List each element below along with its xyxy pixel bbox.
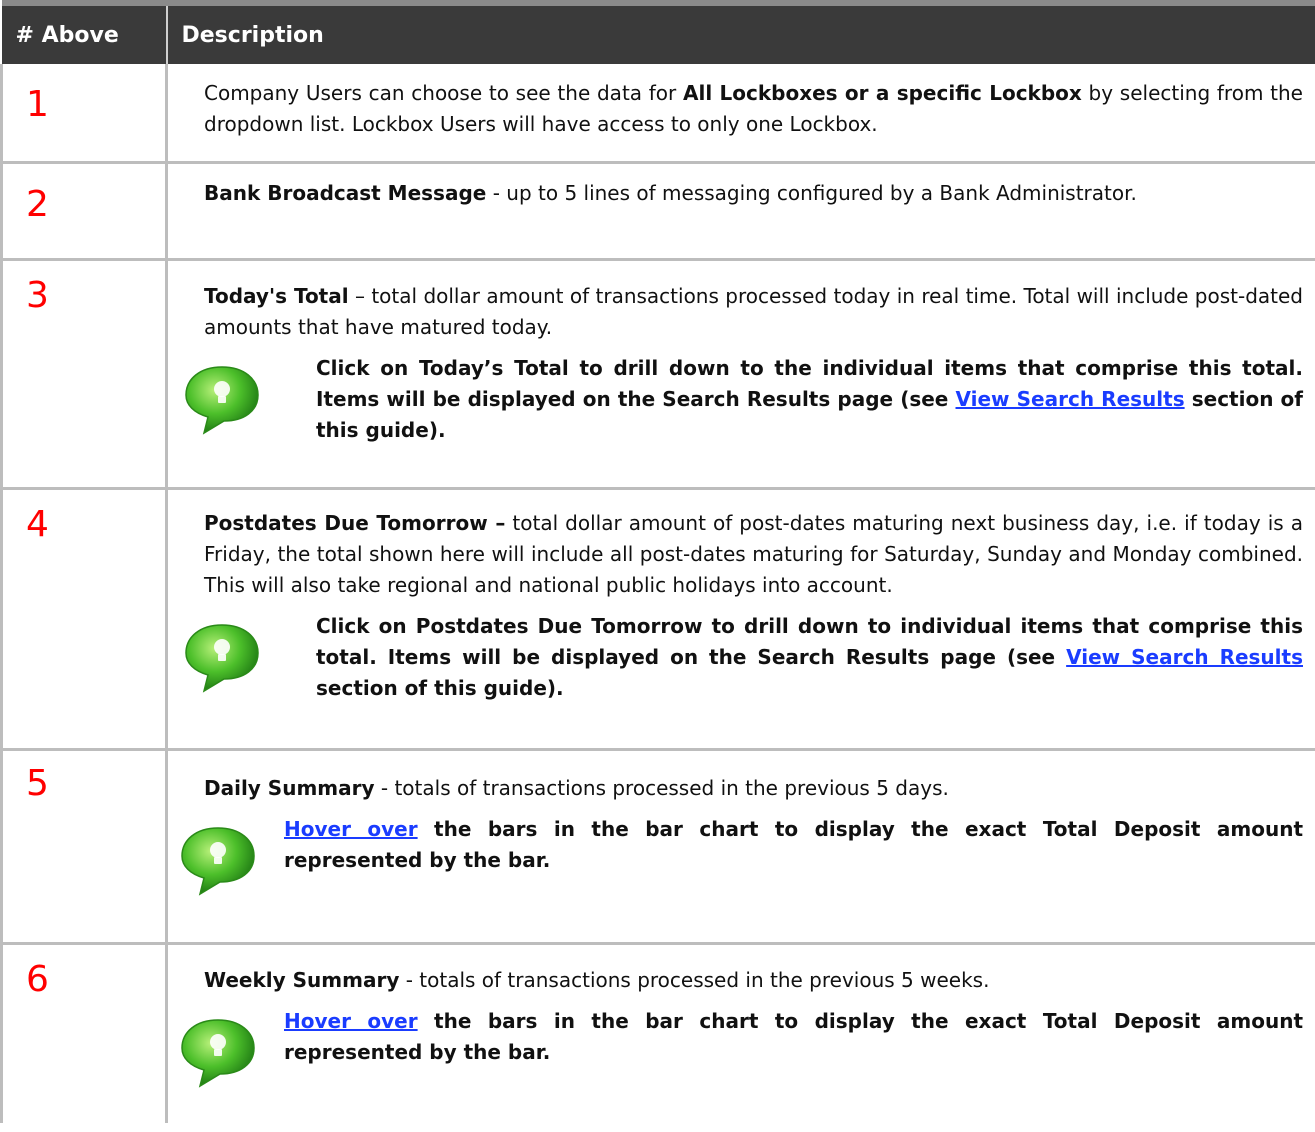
tip-text: Click on Postdates Due Tomorrow to drill… (316, 613, 1303, 700)
row-number-cell: 5 (0, 749, 168, 945)
table-row: 3 Today's Total – total dollar amount of… (0, 259, 1315, 490)
hover-over-link[interactable]: Hover over (284, 1009, 418, 1033)
row-number-cell: 3 (0, 259, 168, 490)
tip-text: Hover over the bars in the bar chart to … (284, 816, 1304, 872)
row-text: Company Users can choose to see the data… (204, 81, 1303, 136)
lightbulb-speech-bubble-icon (185, 365, 259, 435)
tip-box: Click on Postdates Due Tomorrow to drill… (185, 611, 1303, 704)
row-description: Daily Summary - totals of transactions p… (166, 749, 1315, 945)
tip-box: Click on Today’s Total to drill down to … (185, 353, 1303, 446)
tip-text: Click on Today’s Total to drill down to … (316, 355, 1303, 442)
row-description: Company Users can choose to see the data… (166, 64, 1315, 164)
row-description: Today's Total – total dollar amount of t… (166, 259, 1315, 490)
view-search-results-link[interactable]: View Search Results (1066, 645, 1303, 669)
tip-box: Hover over the bars in the bar chart to … (181, 814, 1304, 896)
row-number: 6 (26, 958, 49, 1000)
view-search-results-link[interactable]: View Search Results (956, 387, 1185, 411)
tip-text: Hover over the bars in the bar chart to … (284, 1008, 1304, 1064)
description-table: # Above Description 1 Company Users can … (0, 0, 1315, 1123)
header-description: Description (166, 0, 1315, 64)
row-number: 3 (26, 274, 49, 316)
lightbulb-speech-bubble-icon (181, 1018, 255, 1088)
hover-over-link[interactable]: Hover over (284, 817, 418, 841)
row-number: 5 (26, 762, 49, 804)
row-text: Daily Summary - totals of transactions p… (204, 775, 949, 800)
row-number: 2 (26, 183, 49, 225)
row-number: 4 (26, 503, 49, 545)
row-number-cell: 2 (0, 162, 168, 261)
row-number-cell: 6 (0, 943, 168, 1123)
row-number-cell: 1 (0, 64, 168, 164)
table-row: 5 Daily Summary - totals of transactions… (0, 749, 1315, 945)
tip-box: Hover over the bars in the bar chart to … (181, 1006, 1304, 1088)
row-number-cell: 4 (0, 488, 168, 751)
row-text: Postdates Due Tomorrow – total dollar am… (204, 510, 1304, 597)
table-row: 4 Postdates Due Tomorrow – total dollar … (0, 488, 1315, 751)
table-row: 2 Bank Broadcast Message - up to 5 lines… (0, 162, 1315, 261)
row-description: Bank Broadcast Message - up to 5 lines o… (166, 162, 1315, 261)
table-row: 6 Weekly Summary - totals of transaction… (0, 943, 1315, 1123)
row-number: 1 (26, 84, 49, 125)
lightbulb-speech-bubble-icon (185, 623, 259, 693)
row-text: Weekly Summary - totals of transactions … (204, 967, 990, 992)
row-text: Today's Total – total dollar amount of t… (204, 283, 1303, 339)
lightbulb-speech-bubble-icon (181, 826, 255, 896)
row-description: Postdates Due Tomorrow – total dollar am… (166, 488, 1315, 751)
header-row: # Above Description (1, 0, 1315, 64)
row-description: Weekly Summary - totals of transactions … (167, 943, 1315, 1123)
header-number: # Above (1, 0, 168, 64)
table-row: 1 Company Users can choose to see the da… (0, 64, 1315, 164)
row-text: Bank Broadcast Message - up to 5 lines o… (204, 180, 1137, 205)
